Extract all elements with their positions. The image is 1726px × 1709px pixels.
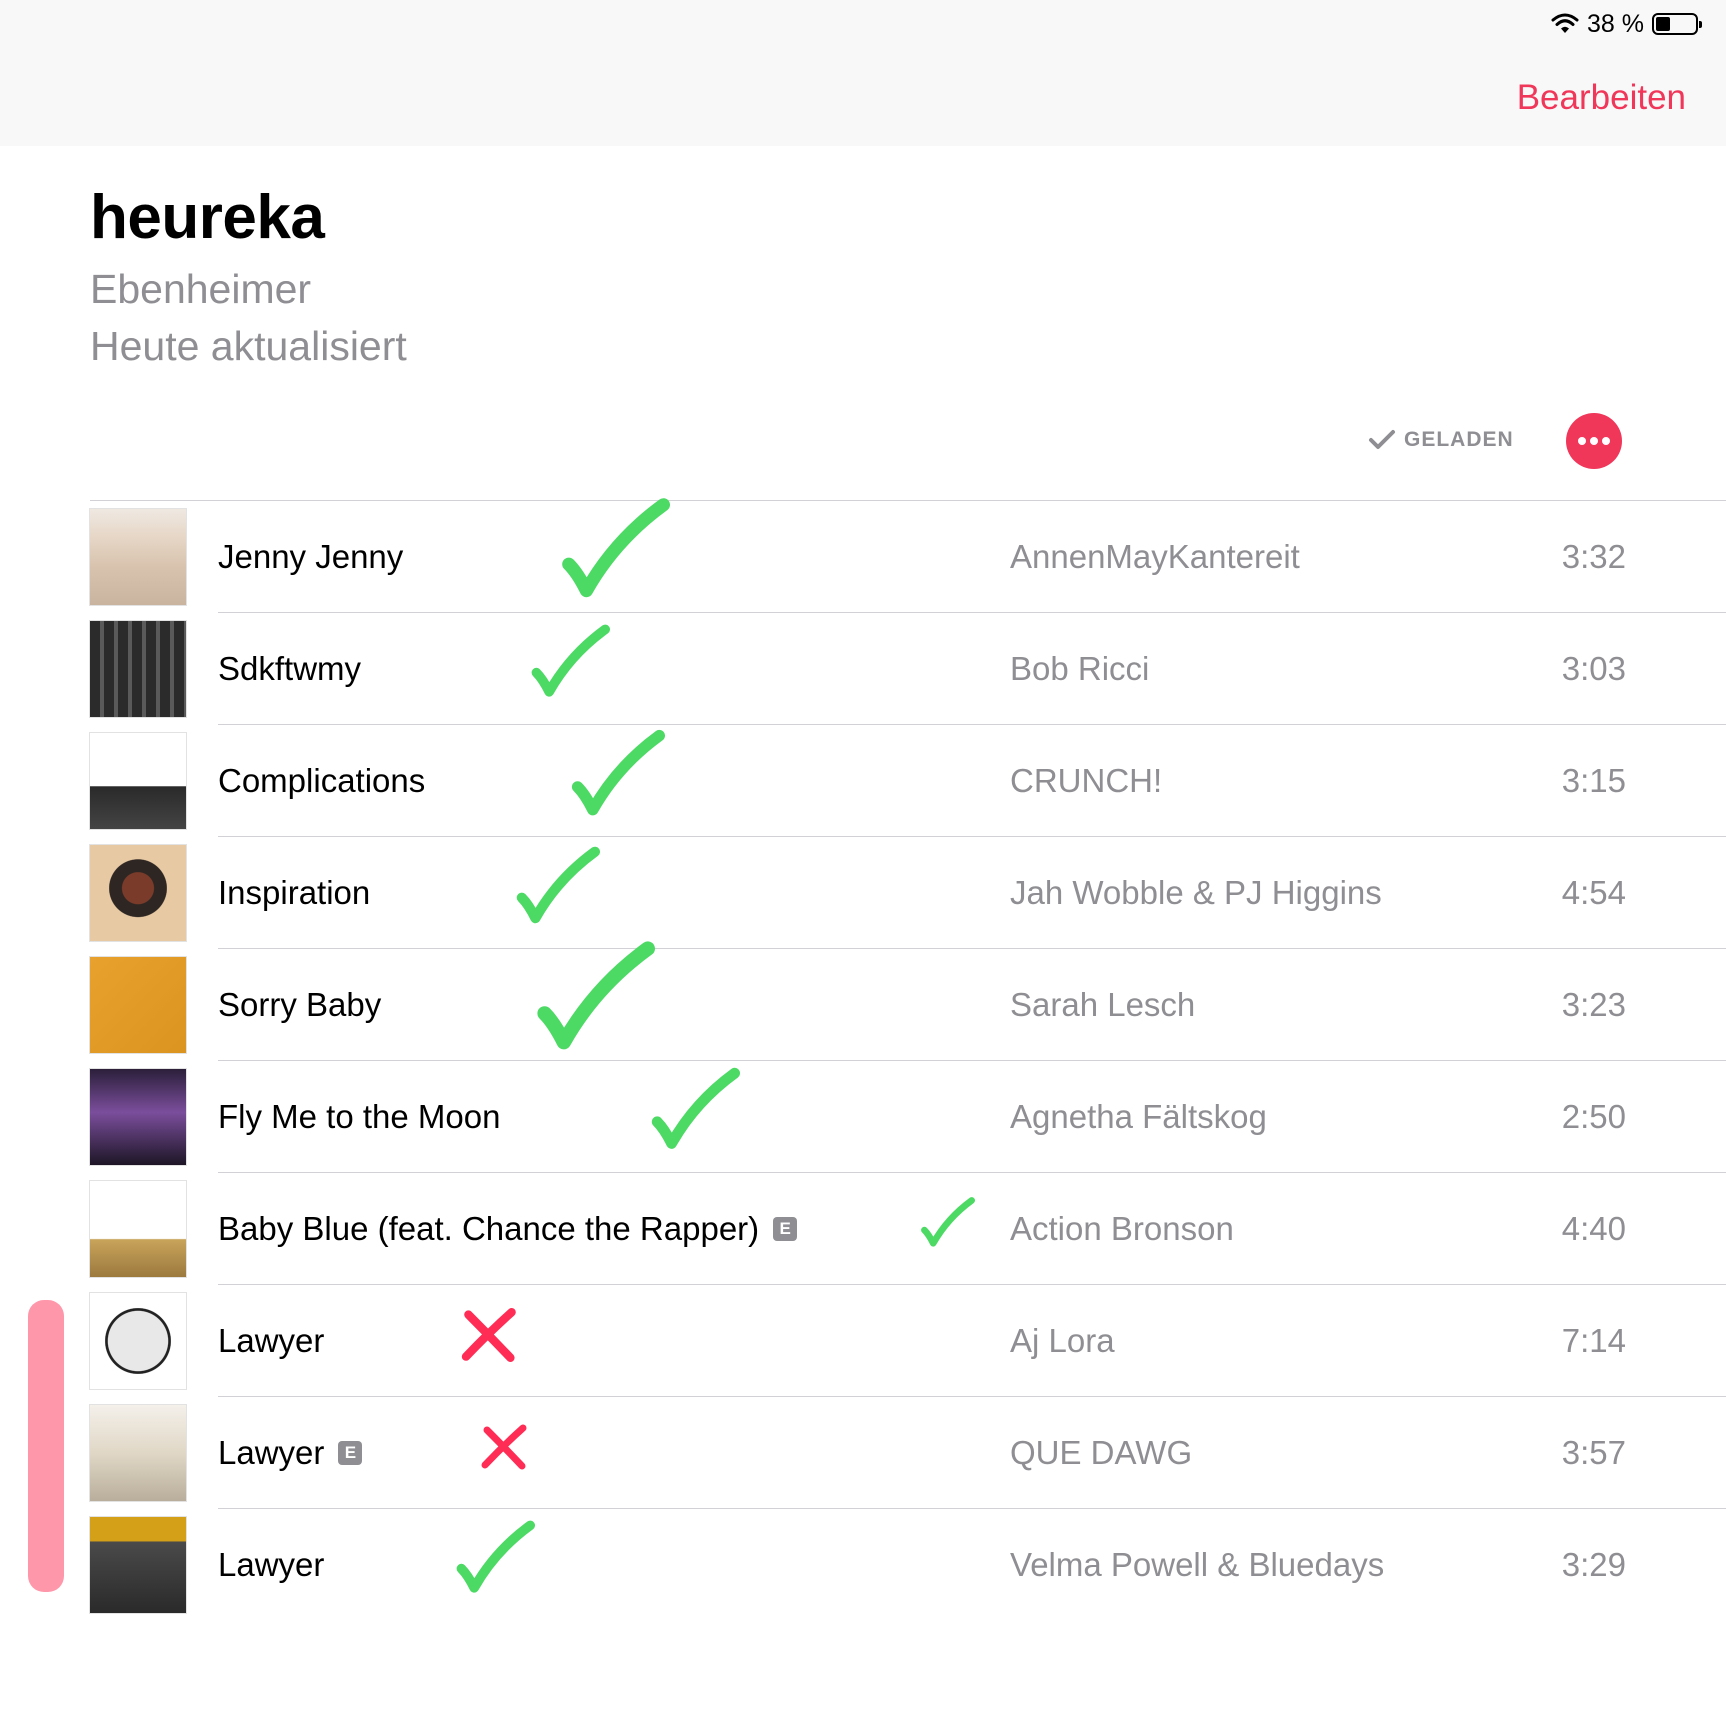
album-artwork: [90, 509, 186, 605]
track-row[interactable]: Sdkftwmy Bob Ricci 3:03: [90, 613, 1726, 725]
track-row[interactable]: Complications CRUNCH! 3:15: [90, 725, 1726, 837]
track-artist: Bob Ricci: [1010, 650, 1150, 687]
track-row[interactable]: Jenny Jenny AnnenMayKantereit 3:32: [90, 498, 1726, 613]
track-artist: Velma Powell & Bluedays: [1010, 1546, 1385, 1583]
album-artwork: [90, 733, 186, 829]
track-row[interactable]: Baby Blue (feat. Chance the Rapper) E Acti…: [90, 1173, 1726, 1285]
green-check-icon: [456, 1520, 535, 1593]
track-title: Lawyer: [218, 1546, 325, 1583]
track-title-cell: Lawyer: [218, 1509, 324, 1621]
track-title-cell: Baby Blue (feat. Chance the Rapper) E: [218, 1173, 798, 1285]
green-check-icon: [562, 498, 670, 598]
playlist-curator[interactable]: Ebenheimer: [90, 266, 311, 313]
track-duration: 3:15: [1561, 762, 1626, 799]
track-title-cell: Inspiration: [218, 837, 370, 949]
album-artwork: [90, 1069, 186, 1165]
explicit-badge: E: [773, 1217, 798, 1241]
track-title-cell: Sorry Baby: [218, 949, 381, 1061]
highlighter-annotation: [28, 1300, 64, 1592]
track-title: Inspiration: [218, 874, 371, 911]
track-duration: 2:50: [1561, 1098, 1626, 1135]
track-artist: AnnenMayKantereit: [1010, 538, 1300, 575]
more-icon: [1578, 437, 1610, 445]
status-bar: 38 %: [1551, 8, 1702, 40]
track-title: Fly Me to the Moon: [218, 1098, 501, 1135]
playlist-updated: Heute aktualisiert: [90, 323, 407, 369]
track-row[interactable]: Inspiration Jah Wobble & PJ Higgins 4:54: [90, 837, 1726, 949]
track-title-cell: Complications: [218, 725, 425, 837]
green-check-icon: [516, 846, 600, 923]
green-check-icon: [537, 941, 655, 1050]
track-artist: Action Bronson: [1010, 1210, 1234, 1247]
track-artist: CRUNCH!: [1010, 762, 1163, 799]
green-check-icon: [921, 1196, 975, 1247]
track-title-cell: Lawyer: [218, 1285, 324, 1397]
album-artwork: [90, 957, 186, 1053]
track-list: Jenny Jenny AnnenMayKantereit 3:32 Sdkftwmy…: [90, 498, 1726, 1621]
track-duration: 4:40: [1561, 1210, 1626, 1247]
track-duration: 3:32: [1561, 538, 1626, 575]
track-artist: Agnetha Fältskog: [1010, 1098, 1267, 1135]
navigation-bar: 38 % Bearbeiten: [0, 0, 1726, 146]
track-duration: 4:54: [1561, 874, 1626, 911]
album-artwork: [90, 1181, 186, 1277]
more-button[interactable]: [1566, 413, 1622, 469]
track-row[interactable]: Lawyer E QUE DAWG 3:57: [90, 1397, 1726, 1509]
track-row[interactable]: Fly Me to the Moon Agnetha Fältskog 2:50: [90, 1061, 1726, 1173]
downloaded-status[interactable]: GELADEN: [1368, 428, 1514, 452]
track-row[interactable]: Lawyer Aj Lora 7:14: [90, 1285, 1726, 1397]
track-duration: 3:29: [1561, 1546, 1626, 1583]
album-artwork: [90, 1517, 186, 1613]
track-title: Jenny Jenny: [218, 538, 404, 575]
track-title: Complications: [218, 762, 426, 799]
track-duration: 7:14: [1561, 1322, 1626, 1359]
checkmark-icon: [1369, 430, 1395, 449]
red-cross-icon: [481, 1424, 527, 1470]
battery-level: [1656, 17, 1671, 31]
track-title-cell: Jenny Jenny: [218, 501, 403, 613]
green-check-icon: [651, 1067, 740, 1149]
album-artwork: [90, 621, 186, 717]
album-artwork: [90, 1293, 186, 1389]
track-title: Lawyer: [218, 1434, 325, 1471]
track-title: Sdkftwmy: [218, 650, 362, 687]
track-title: Baby Blue (feat. Chance the Rapper): [218, 1210, 760, 1247]
playlist-title: heureka: [90, 183, 325, 252]
track-duration: 3:23: [1561, 986, 1626, 1023]
track-title: Sorry Baby: [218, 986, 382, 1023]
track-title-cell: Lawyer E: [218, 1397, 363, 1509]
green-check-icon: [531, 624, 610, 697]
album-artwork: [90, 1405, 186, 1501]
track-title-cell: Sdkftwmy: [218, 613, 361, 725]
red-cross-icon: [461, 1308, 516, 1362]
track-duration: 3:57: [1561, 1434, 1626, 1471]
track-artist: Sarah Lesch: [1010, 986, 1196, 1023]
explicit-badge: E: [338, 1441, 363, 1465]
green-check-icon: [571, 729, 665, 815]
track-artist: Aj Lora: [1010, 1322, 1115, 1359]
track-duration: 3:03: [1561, 650, 1626, 687]
album-artwork: [90, 845, 186, 941]
track-artist: QUE DAWG: [1010, 1434, 1193, 1471]
battery-percentage: 38 %: [1587, 9, 1644, 38]
track-row[interactable]: Sorry Baby Sarah Lesch 3:23: [90, 941, 1726, 1061]
battery-icon: [1652, 13, 1702, 35]
track-title-cell: Fly Me to the Moon: [218, 1061, 500, 1173]
track-title: Lawyer: [218, 1322, 325, 1359]
track-artist: Jah Wobble & PJ Higgins: [1010, 874, 1382, 911]
edit-button[interactable]: Bearbeiten: [1517, 78, 1686, 118]
track-row[interactable]: Lawyer Velma Powell & Bluedays 3:29: [90, 1509, 1726, 1621]
wifi-icon: [1551, 13, 1579, 33]
downloaded-label: GELADEN: [1404, 428, 1514, 451]
